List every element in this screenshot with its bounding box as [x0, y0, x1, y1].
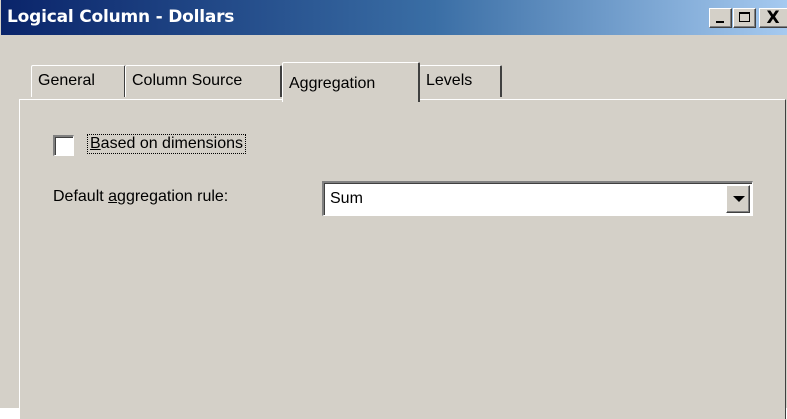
default-aggregation-rule-label: Default aggregation rule:: [53, 188, 229, 205]
tab-aggregation[interactable]: Aggregation: [282, 62, 420, 102]
select-value: Sum: [330, 190, 363, 207]
based-on-dimensions-label[interactable]: Based on dimensions: [87, 134, 246, 154]
title-bar[interactable]: Logical Column - Dollars X: [1, 0, 787, 35]
tab-levels[interactable]: Levels: [419, 65, 502, 97]
chevron-down-icon: [733, 196, 745, 202]
dropdown-button[interactable]: [726, 185, 750, 213]
tab-column-source[interactable]: Column Source: [125, 65, 282, 97]
mnemonic-a: a: [108, 188, 118, 205]
maximize-button[interactable]: [733, 8, 756, 28]
close-icon: X: [766, 7, 780, 28]
dialog-window: Logical Column - Dollars X General Colum…: [0, 0, 787, 419]
window-title: Logical Column - Dollars: [7, 7, 235, 27]
default-aggregation-rule-select[interactable]: Sum: [322, 181, 753, 216]
based-on-dimensions-checkbox[interactable]: [53, 135, 74, 156]
mnemonic-b: B: [90, 135, 101, 152]
minimize-button[interactable]: [709, 8, 732, 28]
tab-general[interactable]: General: [31, 65, 126, 97]
maximize-icon: [739, 12, 750, 22]
close-button[interactable]: X: [759, 8, 787, 28]
minimize-icon: [716, 21, 724, 23]
